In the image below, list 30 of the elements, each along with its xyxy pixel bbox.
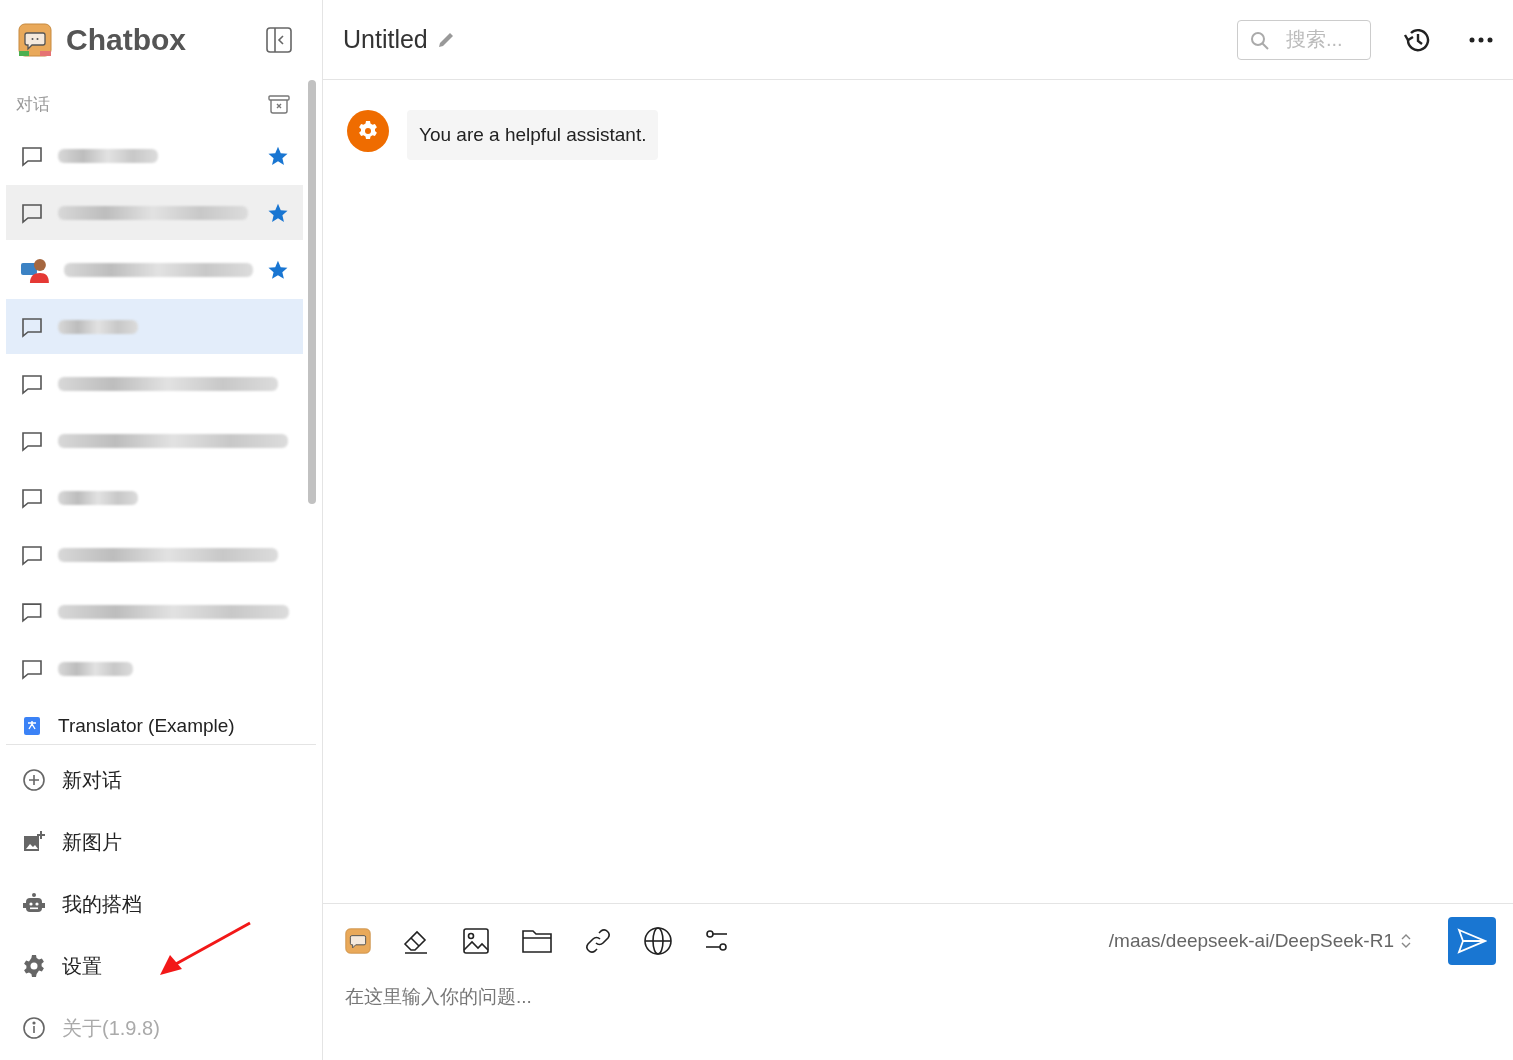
settings-avatar-icon <box>347 110 389 152</box>
chat-title: Untitled <box>343 25 428 54</box>
message-bubble: You are a helpful assistant. <box>407 110 659 160</box>
add-image-icon <box>22 830 46 854</box>
scrollbar[interactable] <box>308 80 316 504</box>
menu-item[interactable]: 新对话 <box>22 749 322 811</box>
collapse-sidebar-icon[interactable] <box>266 27 292 53</box>
info-icon <box>22 1016 46 1040</box>
settings-icon <box>22 954 46 978</box>
search-icon <box>1250 30 1270 51</box>
section-label: 对话 <box>16 93 50 116</box>
more-icon[interactable] <box>1469 35 1493 44</box>
globe-icon[interactable] <box>643 926 673 956</box>
image-icon[interactable] <box>461 926 491 956</box>
model-selector[interactable]: /maas/deepseek-ai/DeepSeek-R1 <box>1108 930 1412 952</box>
app-logo-icon <box>18 23 52 57</box>
menu-item[interactable]: 新图片 <box>22 811 322 873</box>
app-logo-icon[interactable] <box>345 928 371 954</box>
conversation-title: Translator (Example) <box>58 714 235 737</box>
search-field[interactable]: 搜索... <box>1237 19 1371 60</box>
menu-item[interactable]: 我的搭档 <box>22 873 322 935</box>
send-button[interactable] <box>1448 917 1496 965</box>
link-icon[interactable] <box>583 926 613 956</box>
menu-item[interactable]: 设置 <box>22 935 322 997</box>
conversation-item[interactable]: Translator (Example) <box>6 698 303 744</box>
app-name: Chatbox <box>66 23 187 57</box>
plus-circle-icon <box>22 768 46 792</box>
send-icon <box>1457 928 1487 954</box>
chevron-updown-icon <box>1400 932 1412 950</box>
trash-icon[interactable] <box>268 94 290 114</box>
